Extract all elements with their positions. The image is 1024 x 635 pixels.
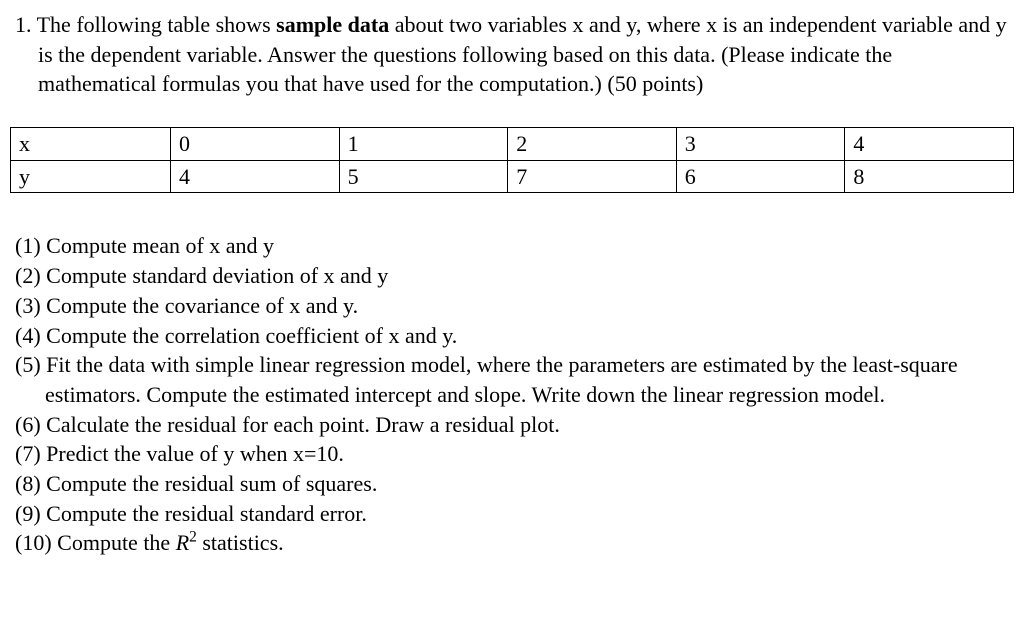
x-label: x	[11, 128, 171, 161]
y-value-1: 5	[339, 160, 508, 193]
intro-bold: sample data	[276, 12, 389, 37]
subq-6: (6) Calculate the residual for each poin…	[15, 410, 1014, 440]
y-value-2: 7	[508, 160, 677, 193]
subq-3: (3) Compute the covariance of x and y.	[15, 291, 1014, 321]
x-value-2: 2	[508, 128, 677, 161]
subq-10: (10) Compute the R2 statistics.	[15, 528, 1014, 558]
question-number: 1.	[15, 12, 32, 37]
subq-4: (4) Compute the correlation coefficient …	[15, 321, 1014, 351]
subq-5: (5) Fit the data with simple linear regr…	[15, 350, 1014, 409]
x-value-0: 0	[171, 128, 340, 161]
x-value-1: 1	[339, 128, 508, 161]
table-row-y: y 4 5 7 6 8	[11, 160, 1014, 193]
y-label: y	[11, 160, 171, 193]
subq-8: (8) Compute the residual sum of squares.	[15, 469, 1014, 499]
subq-1: (1) Compute mean of x and y	[15, 231, 1014, 261]
subq-7: (7) Predict the value of y when x=10.	[15, 439, 1014, 469]
table-row-x: x 0 1 2 3 4	[11, 128, 1014, 161]
q10-var: R	[176, 530, 189, 555]
intro-part1: The following table shows	[37, 12, 277, 37]
x-value-4: 4	[845, 128, 1014, 161]
q10-prefix: (10) Compute the	[15, 530, 176, 555]
subq-9: (9) Compute the residual standard error.	[15, 499, 1014, 529]
data-table: x 0 1 2 3 4 y 4 5 7 6 8	[10, 127, 1014, 193]
y-value-3: 6	[676, 160, 845, 193]
subquestions: (1) Compute mean of x and y (2) Compute …	[10, 231, 1014, 558]
q10-suffix: statistics.	[197, 530, 284, 555]
q10-sup: 2	[189, 529, 197, 546]
x-value-3: 3	[676, 128, 845, 161]
y-value-0: 4	[171, 160, 340, 193]
y-value-4: 8	[845, 160, 1014, 193]
question-text: The following table shows sample data ab…	[37, 12, 1007, 96]
subq-2: (2) Compute standard deviation of x and …	[15, 261, 1014, 291]
question-intro: 1. The following table shows sample data…	[10, 10, 1014, 99]
